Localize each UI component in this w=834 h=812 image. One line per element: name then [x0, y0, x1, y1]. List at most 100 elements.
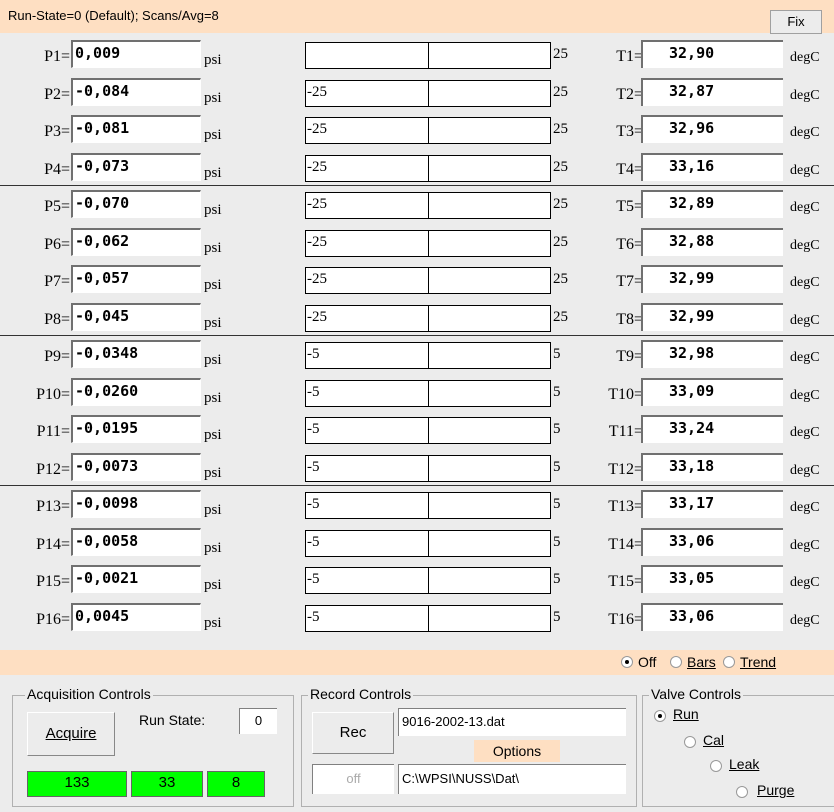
pressure-label: P11= — [36, 423, 70, 440]
valve-controls-title: Valve Controls — [649, 686, 744, 702]
mode-bars-label[interactable]: Bars — [687, 654, 716, 670]
temperature-unit: degC — [790, 575, 820, 590]
bar-max-label: 5 — [553, 571, 561, 587]
record-filename-field[interactable]: 9016-2002-13.dat — [398, 708, 626, 736]
fix-button[interactable]: Fix — [770, 10, 822, 34]
pressure-unit: psi — [204, 52, 222, 68]
temperature-unit: degC — [790, 425, 820, 440]
bar-center-line — [428, 418, 429, 443]
temperature-value-field[interactable]: 33,24 — [641, 415, 783, 443]
valve-cal-radio[interactable] — [684, 736, 696, 748]
pressure-value-field[interactable]: -0,0098 — [71, 490, 201, 518]
options-button[interactable]: Options — [474, 740, 560, 762]
pressure-label: P3= — [44, 123, 70, 140]
pressure-value-field[interactable]: -0,057 — [71, 265, 201, 293]
group-separator — [0, 185, 834, 186]
pressure-unit: psi — [204, 165, 222, 181]
pressure-value-field[interactable]: -0,045 — [71, 303, 201, 331]
pressure-value-field[interactable]: -0,0260 — [71, 378, 201, 406]
pressure-bar — [305, 267, 551, 294]
pressure-unit: psi — [204, 127, 222, 143]
mode-off-radio[interactable] — [621, 656, 633, 668]
temperature-value-field[interactable]: 33,06 — [641, 603, 783, 631]
bar-min-label: -25 — [307, 271, 327, 287]
pressure-value-field[interactable]: -0,0348 — [71, 340, 201, 368]
temperature-unit: degC — [790, 163, 820, 178]
mode-trend-radio[interactable] — [723, 656, 735, 668]
valve-purge-radio[interactable] — [736, 786, 748, 798]
mode-bars-radio[interactable] — [670, 656, 682, 668]
bar-min-label: -25 — [307, 234, 327, 250]
temperature-value-field[interactable]: 32,96 — [641, 115, 783, 143]
valve-leak-label[interactable]: Leak — [729, 756, 759, 772]
pressure-value-field[interactable]: -0,062 — [71, 228, 201, 256]
valve-purge-label[interactable]: Purge — [757, 782, 794, 798]
temperature-value-field[interactable]: 32,88 — [641, 228, 783, 256]
temperature-value-field[interactable]: 33,09 — [641, 378, 783, 406]
temperature-unit: degC — [790, 200, 820, 215]
pressure-value-field[interactable]: -0,0021 — [71, 565, 201, 593]
temperature-value-field[interactable]: 33,16 — [641, 153, 783, 181]
temperature-value-field[interactable]: 32,98 — [641, 340, 783, 368]
counter-2: 33 — [131, 771, 203, 797]
valve-run-label[interactable]: Run — [673, 706, 699, 722]
pressure-label: P6= — [44, 236, 70, 253]
pressure-bar — [305, 80, 551, 107]
bar-min-label: -25 — [307, 309, 327, 325]
temperature-value-field[interactable]: 33,17 — [641, 490, 783, 518]
pressure-value-field[interactable]: -0,0058 — [71, 528, 201, 556]
temperature-label: T13= — [608, 498, 643, 515]
pressure-label: P8= — [44, 311, 70, 328]
temperature-value-field[interactable]: 33,18 — [641, 453, 783, 481]
pressure-value-field[interactable]: -0,081 — [71, 115, 201, 143]
pressure-value-field[interactable]: 0,0045 — [71, 603, 201, 631]
bar-max-label: 25 — [553, 121, 568, 137]
bar-max-label: 5 — [553, 346, 561, 362]
pressure-unit: psi — [204, 465, 222, 481]
temperature-unit: degC — [790, 500, 820, 515]
bar-center-line — [428, 606, 429, 631]
acquisition-controls-group: Acquisition Controls Acquire Run State: … — [12, 686, 294, 807]
temperature-value-field[interactable]: 33,05 — [641, 565, 783, 593]
temperature-unit: degC — [790, 88, 820, 103]
temperature-value-field[interactable]: 32,89 — [641, 190, 783, 218]
temperature-value-field[interactable]: 32,99 — [641, 265, 783, 293]
channel-grid: P1= 0,009 psi 25 T1= 32,90 degC P2= -0,084 psi -2… — [0, 40, 834, 640]
bar-max-label: 25 — [553, 159, 568, 175]
bar-center-line — [428, 193, 429, 218]
bar-min-label: -5 — [307, 571, 320, 587]
temperature-value-field[interactable]: 32,90 — [641, 40, 783, 68]
mode-trend-label[interactable]: Trend — [740, 654, 776, 670]
run-state-field[interactable]: 0 — [239, 708, 277, 734]
bar-min-label: -25 — [307, 121, 327, 137]
valve-cal-label[interactable]: Cal — [703, 732, 724, 748]
temperature-value-field[interactable]: 32,99 — [641, 303, 783, 331]
pressure-value-field[interactable]: 0,009 — [71, 40, 201, 68]
pressure-unit: psi — [204, 540, 222, 556]
bar-center-line — [428, 531, 429, 556]
valve-controls-group: Valve Controls Run Cal Leak Purge — [642, 686, 834, 807]
record-path-field[interactable]: C:\WPSI\NUSS\Dat\ — [398, 764, 626, 794]
pressure-bar — [305, 417, 551, 444]
run-state-text: Run-State=0 (Default); Scans/Avg=8 — [8, 8, 219, 23]
pressure-value-field[interactable]: -0,070 — [71, 190, 201, 218]
valve-run-radio[interactable] — [654, 710, 666, 722]
pressure-value-field[interactable]: -0,0073 — [71, 453, 201, 481]
pressure-label: P9= — [44, 348, 70, 365]
pressure-value-field[interactable]: -0,084 — [71, 78, 201, 106]
channel-row: P15= -0,0021 psi -5 5 T15= 33,05 degC — [0, 565, 834, 602]
pressure-unit: psi — [204, 315, 222, 331]
pressure-value-field[interactable]: -0,0195 — [71, 415, 201, 443]
mode-off-label[interactable]: Off — [638, 654, 656, 670]
acquire-button[interactable]: Acquire — [27, 712, 115, 756]
temperature-value-field[interactable]: 33,06 — [641, 528, 783, 556]
bar-center-line — [428, 118, 429, 143]
temperature-value-field[interactable]: 32,87 — [641, 78, 783, 106]
valve-leak-radio[interactable] — [710, 760, 722, 772]
bar-center-line — [428, 493, 429, 518]
pressure-bar — [305, 42, 551, 69]
pressure-unit: psi — [204, 502, 222, 518]
pressure-value-field[interactable]: -0,073 — [71, 153, 201, 181]
rec-button[interactable]: Rec — [312, 712, 394, 754]
pressure-bar — [305, 605, 551, 632]
